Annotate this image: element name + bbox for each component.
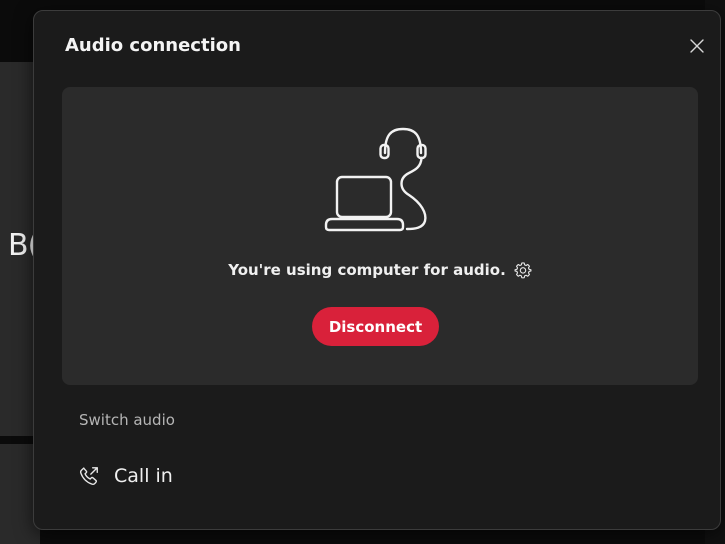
call-in-option[interactable]: Call in [78, 459, 173, 493]
audio-settings-button[interactable] [514, 261, 532, 279]
close-button[interactable] [684, 33, 710, 59]
gear-icon [514, 262, 532, 279]
close-icon [690, 39, 704, 53]
app-window: B( Audio connection You're using compute… [0, 0, 725, 544]
audio-connection-dialog: Audio connection You're using computer f [33, 10, 721, 530]
dialog-title: Audio connection [65, 35, 241, 56]
audio-status-text: You're using computer for audio. [228, 261, 506, 279]
disconnect-button[interactable]: Disconnect [312, 307, 439, 346]
call-in-label: Call in [114, 465, 173, 487]
phone-outgoing-icon [79, 467, 98, 486]
laptop-headset-icon [324, 127, 427, 232]
switch-audio-label: Switch audio [79, 411, 175, 429]
audio-status-card: You're using computer for audio. Disconn… [62, 87, 698, 385]
audio-status-row: You're using computer for audio. [62, 261, 698, 279]
